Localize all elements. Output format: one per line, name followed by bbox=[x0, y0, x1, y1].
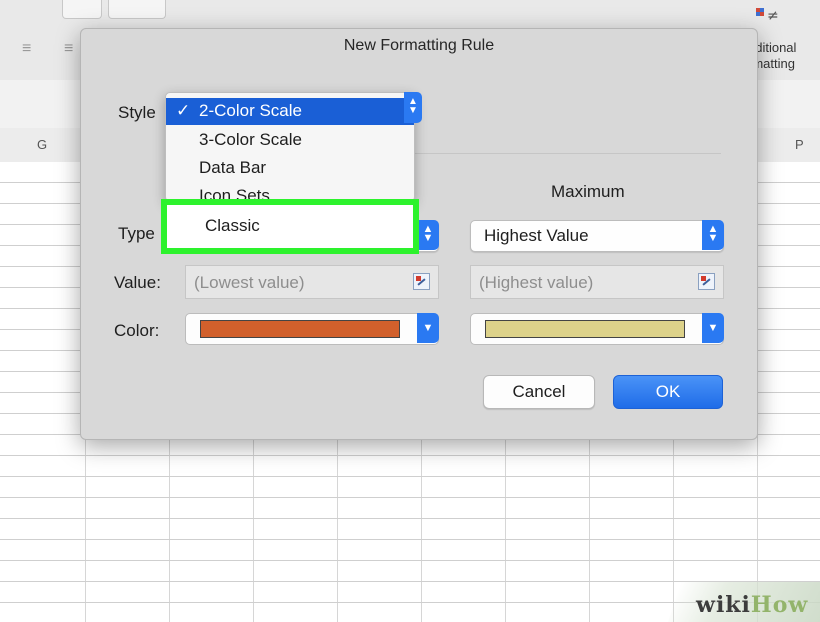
value-label: Value: bbox=[114, 273, 161, 292]
maximum-type-stepper-icon: ▲ ▼ bbox=[702, 220, 724, 250]
column-header-g[interactable]: G bbox=[37, 137, 47, 152]
chevron-down-icon[interactable]: ▼ bbox=[417, 313, 439, 343]
svg-text:≠: ≠ bbox=[767, 8, 779, 24]
maximum-color-swatch bbox=[485, 320, 685, 338]
maximum-header: Maximum bbox=[551, 182, 625, 201]
classic-option-highlight[interactable]: Classic bbox=[161, 199, 419, 254]
dialog-title: New Formatting Rule bbox=[343, 37, 495, 54]
cancel-button[interactable]: Cancel bbox=[483, 375, 595, 409]
conditional-formatting-icon[interactable]: ≠ bbox=[752, 6, 792, 28]
align-center-icon[interactable]: ≡ bbox=[64, 40, 73, 58]
type-label: Type bbox=[118, 224, 155, 243]
style-dropdown-menu: ✓ 2-Color Scale 3-Color Scale Data Bar I… bbox=[165, 92, 415, 202]
maximum-value-field[interactable]: (Highest value) bbox=[470, 265, 724, 299]
color-label: Color: bbox=[114, 321, 160, 340]
chevron-down-icon[interactable]: ▼ bbox=[702, 313, 724, 343]
minimum-type-stepper-icon: ▲ ▼ bbox=[417, 220, 439, 250]
maximum-type-value: Highest Value bbox=[484, 226, 589, 245]
style-stepper-icon[interactable]: ▲ ▼ bbox=[404, 92, 422, 123]
wikihow-watermark: wikiHow bbox=[696, 592, 809, 618]
column-header-p[interactable]: P bbox=[795, 137, 804, 152]
collapse-dialog-icon[interactable] bbox=[413, 273, 430, 290]
checkmark-icon: ✓ bbox=[176, 101, 191, 120]
toolbar-button[interactable] bbox=[62, 0, 102, 19]
align-left-icon[interactable]: ≡ bbox=[22, 40, 31, 58]
minimum-color-swatch bbox=[200, 320, 400, 338]
toolbar-button[interactable] bbox=[108, 0, 166, 19]
menu-item-data-bar[interactable]: Data Bar bbox=[166, 155, 414, 182]
collapse-dialog-icon[interactable] bbox=[698, 273, 715, 290]
maximum-color-picker[interactable]: ▼ bbox=[470, 313, 724, 345]
menu-item-classic[interactable]: Classic bbox=[205, 216, 260, 236]
menu-item-2-color-scale[interactable]: ✓ 2-Color Scale bbox=[166, 98, 414, 125]
style-label: Style bbox=[118, 103, 156, 122]
maximum-value-placeholder: (Highest value) bbox=[479, 273, 594, 292]
minimum-value-placeholder: (Lowest value) bbox=[194, 273, 305, 292]
menu-item-3-color-scale[interactable]: 3-Color Scale bbox=[166, 127, 414, 154]
minimum-value-field[interactable]: (Lowest value) bbox=[185, 265, 439, 299]
ok-button[interactable]: OK bbox=[613, 375, 723, 409]
maximum-type-popup[interactable]: Highest Value ▲ ▼ bbox=[470, 220, 724, 252]
minimum-color-picker[interactable]: ▼ bbox=[185, 313, 439, 345]
